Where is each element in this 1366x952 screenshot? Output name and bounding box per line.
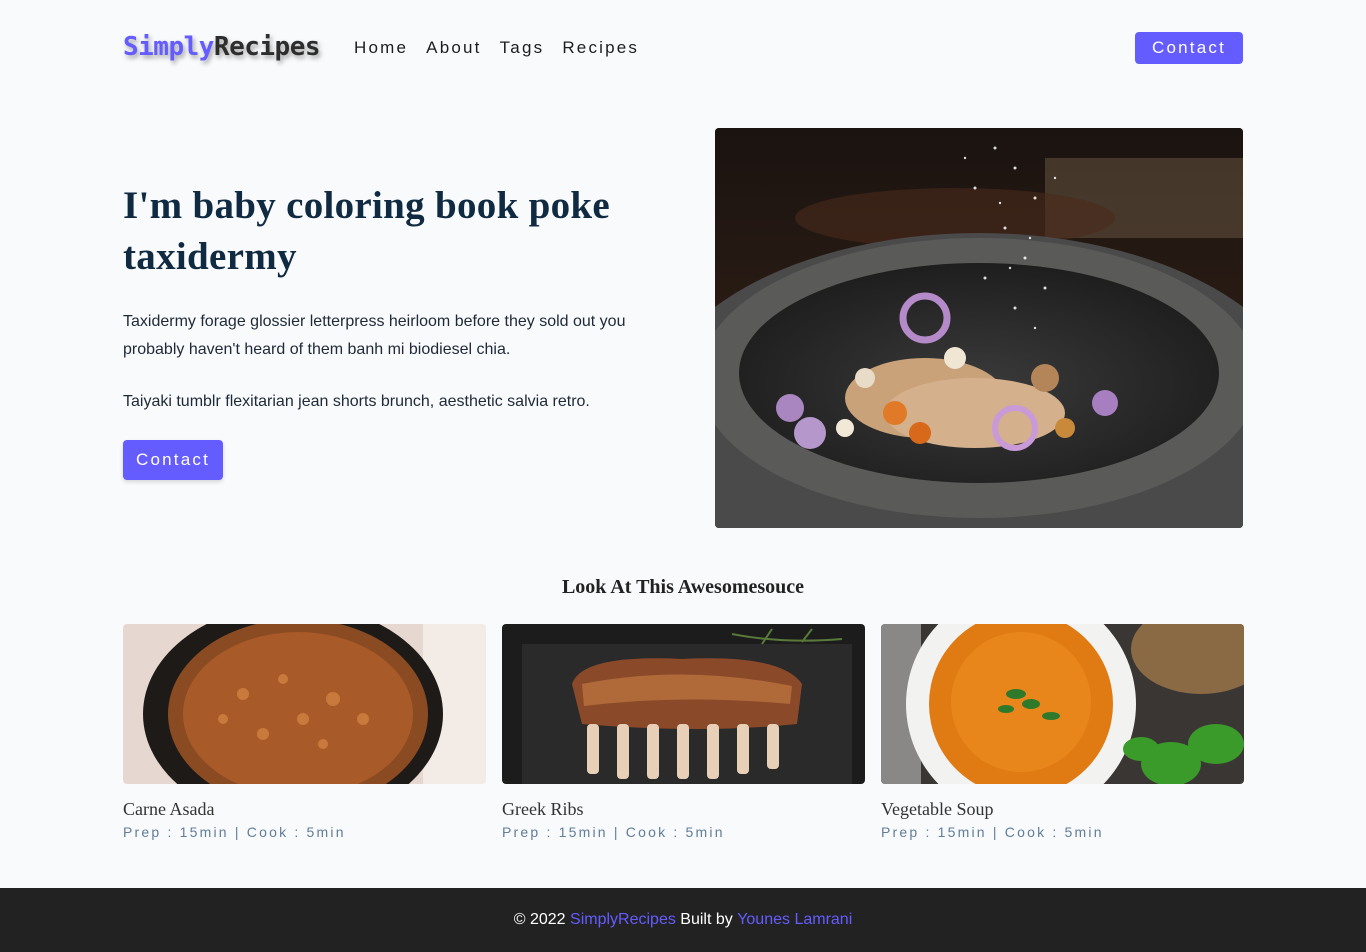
nav-link-recipes[interactable]: Recipes <box>562 38 639 58</box>
hero-paragraph-2: Taiyaki tumblr flexitarian jean shorts b… <box>123 393 590 410</box>
recipe-card-greek-ribs[interactable]: Greek Ribs Prep : 15min | Cook : 5min <box>502 624 865 840</box>
hero-title: I'm baby coloring book poke taxidermy <box>123 184 611 278</box>
recipe-image-greek-ribs <box>502 624 865 784</box>
recipe-meta: Prep : 15min | Cook : 5min <box>881 824 1104 840</box>
featured-title: Look At This Awesomesouce <box>561 576 805 598</box>
recipe-card-vegetable-soup[interactable]: Vegetable Soup Prep : 15min | Cook : 5mi… <box>881 624 1244 840</box>
nav-link-about[interactable]: About <box>426 38 481 58</box>
footer-author-link[interactable]: Younes Lamrani <box>737 911 852 929</box>
recipe-name: Carne Asada <box>123 799 215 819</box>
nav-contact-button[interactable]: Contact <box>1135 32 1243 64</box>
recipe-meta: Prep : 15min | Cook : 5min <box>502 824 725 840</box>
featured-recipes: Carne Asada Prep : 15min | Cook : 5min G… <box>123 624 1244 840</box>
nav-link-tags[interactable]: Tags <box>500 38 545 58</box>
recipe-image-vegetable-soup <box>881 624 1244 784</box>
footer: © 2022 SimplyRecipes Built by Younes Lam… <box>0 888 1366 952</box>
hero-section: I'm baby coloring book poke taxidermy Ta… <box>123 180 663 480</box>
nav-link-home[interactable]: Home <box>354 38 408 58</box>
logo-part-recipes: Recipes <box>213 32 321 62</box>
footer-built-by: Built by <box>675 911 738 928</box>
recipe-card-carne-asada[interactable]: Carne Asada Prep : 15min | Cook : 5min <box>123 624 486 840</box>
hero-contact-button[interactable]: Contact <box>123 440 223 480</box>
nav-links: Home About Tags Recipes <box>354 38 639 58</box>
site-logo[interactable]: SimplyRecipes <box>123 32 321 62</box>
navbar: SimplyRecipes Home About Tags Recipes Co… <box>123 28 1243 68</box>
hero-image <box>715 128 1243 528</box>
recipe-image-carne-asada <box>123 624 486 784</box>
footer-brand-link[interactable]: SimplyRecipes <box>570 911 676 929</box>
hero-paragraph-1: Taxidermy forage glossier letterpress he… <box>123 313 626 358</box>
footer-copyright: © 2022 <box>513 911 571 928</box>
recipe-name: Greek Ribs <box>502 799 584 819</box>
logo-part-simply: Simply <box>123 32 214 62</box>
recipe-meta: Prep : 15min | Cook : 5min <box>123 824 346 840</box>
recipe-name: Vegetable Soup <box>881 799 994 819</box>
